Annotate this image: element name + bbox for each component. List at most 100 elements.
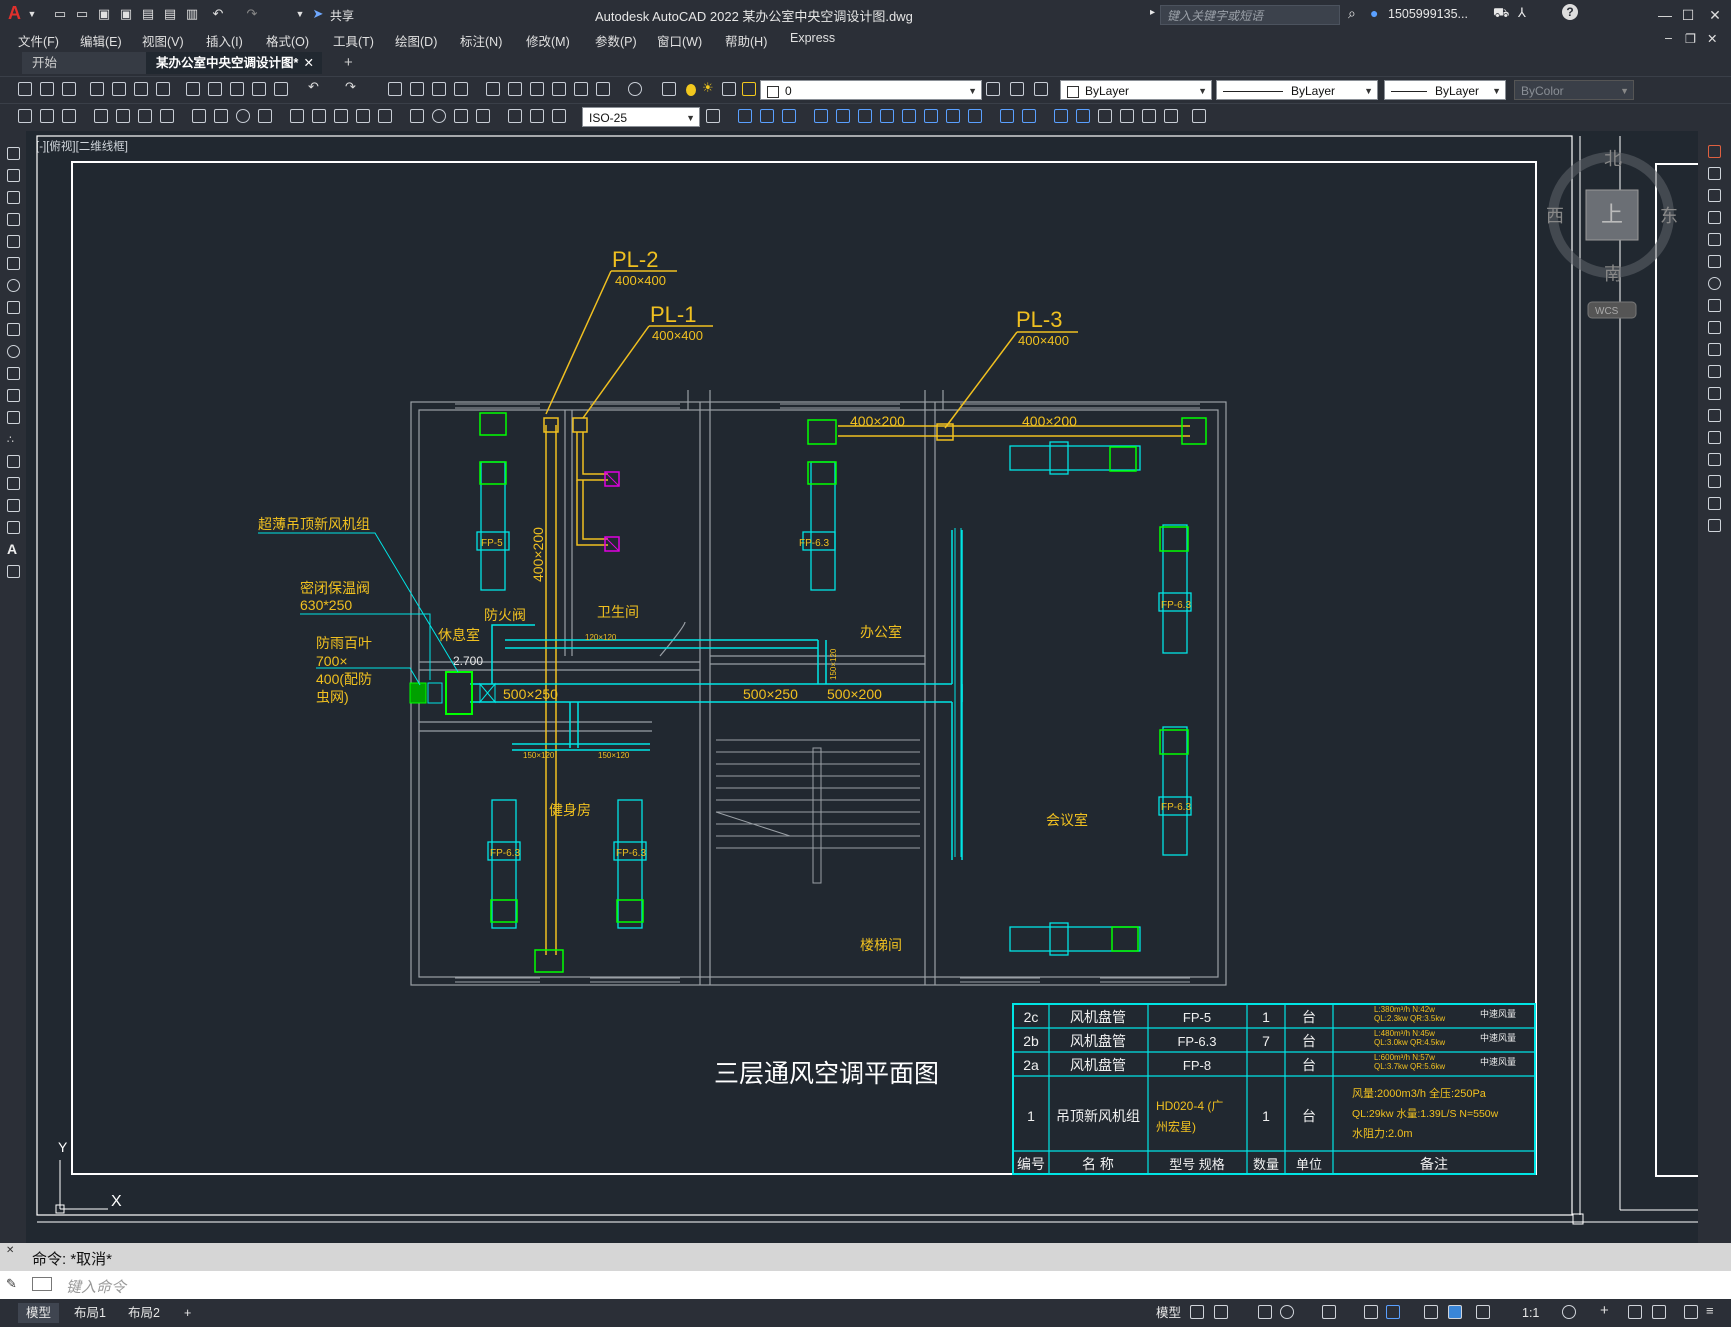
trim-tool-icon[interactable]: [924, 109, 938, 123]
command-input[interactable]: 键入命令: [66, 1276, 126, 1297]
save-icon[interactable]: ▣: [96, 6, 112, 22]
help-icon[interactable]: ?: [1562, 4, 1578, 20]
search-input[interactable]: 键入关键字或短语: [1160, 5, 1340, 25]
menu-insert[interactable]: 插入(I): [206, 31, 243, 50]
fillet-icon[interactable]: [1708, 475, 1721, 488]
break-icon[interactable]: [1708, 409, 1721, 422]
object-snap-icon[interactable]: [1386, 1305, 1400, 1319]
save-icon[interactable]: [62, 82, 76, 96]
layer-freeze-icon[interactable]: ☀: [702, 80, 716, 95]
search-icon[interactable]: ⌕: [1348, 5, 1356, 22]
preview-icon[interactable]: [112, 82, 126, 96]
viewcube-west[interactable]: 西: [1546, 206, 1564, 226]
zoom-realtime-icon[interactable]: [410, 82, 424, 96]
dim-radius-icon[interactable]: [192, 109, 206, 123]
table-icon[interactable]: [7, 521, 20, 534]
plus-icon[interactable]: +: [1600, 1303, 1614, 1319]
isolate-icon[interactable]: [1164, 109, 1178, 123]
stretch-icon[interactable]: [1708, 321, 1721, 334]
plot-icon[interactable]: [90, 82, 104, 96]
user-icon[interactable]: ●: [1370, 5, 1378, 21]
user-name[interactable]: 1505999135...: [1388, 7, 1468, 21]
jogged-linear-icon[interactable]: [476, 109, 490, 123]
share-label[interactable]: 共享: [330, 7, 354, 24]
new-tab-button[interactable]: +: [334, 52, 363, 74]
move-tool-icon[interactable]: [814, 109, 828, 123]
line-icon[interactable]: [7, 147, 20, 160]
zoom-previous-icon[interactable]: [454, 82, 468, 96]
menu-dimension[interactable]: 标注(N): [460, 31, 502, 50]
copy-icon[interactable]: [208, 82, 222, 96]
menu-help[interactable]: 帮助(H): [725, 31, 767, 50]
inspection-icon[interactable]: [454, 109, 468, 123]
grid-icon[interactable]: [1190, 1305, 1204, 1319]
doc-close-button[interactable]: ✕: [1707, 31, 1717, 46]
color-dropdown[interactable]: ByLayer ▼: [1060, 80, 1212, 100]
ortho-icon[interactable]: [1258, 1305, 1272, 1319]
add-selected-icon[interactable]: [7, 565, 20, 578]
insert-block-icon[interactable]: [7, 389, 20, 402]
hatch-icon[interactable]: [7, 455, 20, 468]
sheet-set-icon[interactable]: [552, 82, 566, 96]
extend-icon[interactable]: [1708, 365, 1721, 378]
app-logo[interactable]: A: [8, 3, 21, 24]
block-editor-icon[interactable]: [274, 82, 288, 96]
dim-continue-icon[interactable]: [334, 109, 348, 123]
mirror-tool-icon[interactable]: [760, 109, 774, 123]
copy-icon[interactable]: [1708, 167, 1721, 180]
center-mark-icon[interactable]: [432, 109, 446, 123]
join-tool-icon[interactable]: [1076, 109, 1090, 123]
paste-icon[interactable]: [230, 82, 244, 96]
menu-format[interactable]: 格式(O): [266, 31, 309, 50]
dim-space-icon[interactable]: [356, 109, 370, 123]
annotation-monitor-icon[interactable]: [1448, 1305, 1462, 1319]
dimstyle-dropdown[interactable]: ISO-25 ▼: [582, 107, 700, 127]
layer-previous-icon[interactable]: [1010, 82, 1024, 96]
dim-baseline-icon[interactable]: [312, 109, 326, 123]
menu-parametric[interactable]: 参数(P): [595, 31, 637, 50]
annotation-scale-value[interactable]: 1:1: [1514, 1303, 1547, 1323]
command-panel-grip-icon[interactable]: ✕: [6, 1245, 14, 1256]
rectangle-icon[interactable]: [7, 235, 20, 248]
viewcube-east[interactable]: 东: [1660, 206, 1678, 226]
dim-style-icon[interactable]: [62, 109, 76, 123]
command-recent-icon[interactable]: [32, 1277, 52, 1291]
calculator-icon[interactable]: [596, 82, 610, 96]
dim-text-edit-icon[interactable]: [530, 109, 544, 123]
search-expand-icon[interactable]: ▸: [1150, 7, 1155, 18]
array-icon[interactable]: [1708, 233, 1721, 246]
workspace-gear-icon[interactable]: [1562, 1305, 1576, 1319]
cut-icon[interactable]: [186, 82, 200, 96]
group-icon[interactable]: [1120, 109, 1134, 123]
move-icon[interactable]: [1708, 255, 1721, 268]
web-open-icon[interactable]: ▤: [140, 6, 156, 22]
viewcube[interactable]: 上 北 南 东 西 WCS: [1546, 149, 1678, 319]
properties-icon[interactable]: [486, 82, 500, 96]
stretch-tool-icon[interactable]: [902, 109, 916, 123]
array-tool-icon[interactable]: [836, 109, 850, 123]
help-icon[interactable]: [628, 82, 642, 96]
doc-restore-button[interactable]: ❐: [1685, 31, 1696, 46]
rotate-icon[interactable]: [1708, 277, 1721, 290]
ungroup-icon[interactable]: [1142, 109, 1156, 123]
maximize-button[interactable]: ☐: [1673, 5, 1703, 25]
viewcube-north[interactable]: 北: [1604, 149, 1622, 169]
erase-icon[interactable]: [1192, 109, 1206, 123]
layer-lock-icon[interactable]: [742, 82, 756, 96]
3d-print-icon[interactable]: [156, 82, 170, 96]
menu-tools[interactable]: 工具(T): [333, 31, 374, 50]
layout-tab-2[interactable]: 布局2: [120, 1303, 168, 1323]
offset-icon[interactable]: [1708, 211, 1721, 224]
spline-icon[interactable]: [7, 323, 20, 336]
ellipse-icon[interactable]: [7, 345, 20, 358]
dim-diameter-icon[interactable]: [236, 109, 250, 123]
join-icon[interactable]: [1708, 431, 1721, 444]
redo-icon[interactable]: ↷: [244, 6, 260, 22]
polar-icon[interactable]: [1280, 1305, 1294, 1319]
workspace-icon[interactable]: [18, 109, 32, 123]
pan-icon[interactable]: [388, 82, 402, 96]
offset-tool-icon[interactable]: [782, 109, 796, 123]
qselect-icon[interactable]: [40, 109, 54, 123]
gradient-icon[interactable]: [7, 477, 20, 490]
quick-dim-icon[interactable]: [290, 109, 304, 123]
